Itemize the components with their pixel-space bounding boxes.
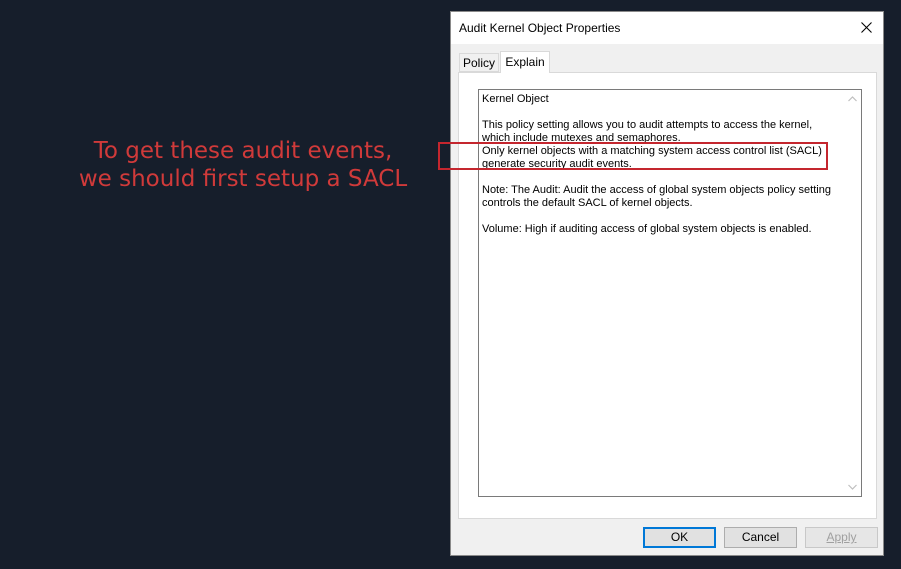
explain-paragraph-4: Volume: High if auditing access of globa… — [482, 223, 812, 235]
annotation-text: To get these audit events, we should fir… — [60, 137, 426, 193]
explain-tab-panel: Kernel Object This policy setting allows… — [458, 72, 877, 519]
dialog-titlebar[interactable]: Audit Kernel Object Properties — [451, 12, 883, 44]
explain-paragraph-3: Note: The Audit: Audit the access of glo… — [482, 184, 831, 209]
tab-policy[interactable]: Policy — [459, 53, 499, 72]
apply-button[interactable]: Apply — [805, 527, 878, 548]
close-button[interactable] — [849, 12, 883, 44]
close-icon — [861, 22, 872, 33]
sacl-highlight-box — [438, 142, 828, 170]
vertical-scrollbar[interactable] — [844, 90, 861, 496]
annotation-line-2: we should first setup a SACL — [78, 166, 408, 192]
dialog-title: Audit Kernel Object Properties — [459, 21, 621, 35]
properties-dialog: Audit Kernel Object Properties Policy Ex… — [450, 11, 884, 556]
explain-heading: Kernel Object — [482, 93, 549, 105]
tab-explain[interactable]: Explain — [500, 51, 550, 73]
chevron-down-icon[interactable] — [848, 484, 857, 490]
cancel-button[interactable]: Cancel — [724, 527, 797, 548]
annotation-line-1: To get these audit events, — [93, 138, 393, 164]
chevron-up-icon[interactable] — [848, 96, 857, 102]
ok-button[interactable]: OK — [643, 527, 716, 548]
